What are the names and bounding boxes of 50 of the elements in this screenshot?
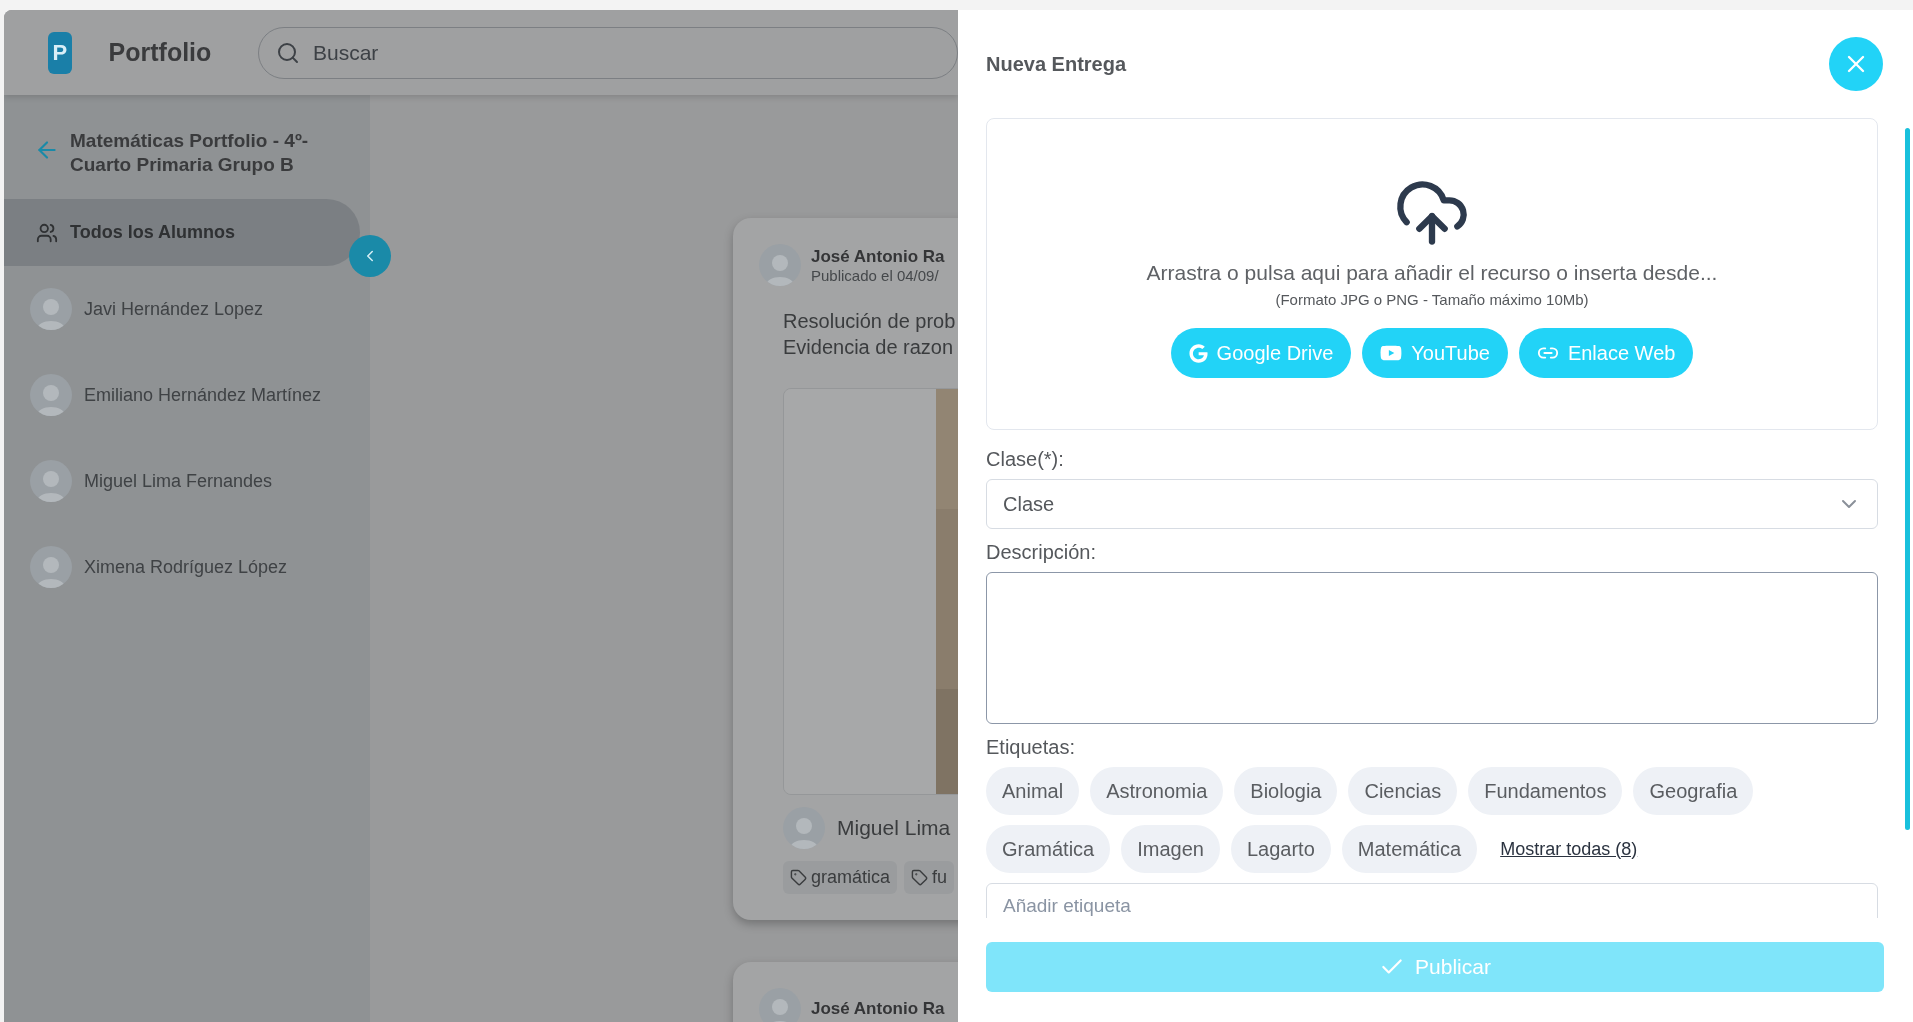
close-button[interactable]	[1829, 37, 1883, 91]
class-select[interactable]: Clase	[986, 479, 1878, 529]
post-date: Publicado el 04/09/	[811, 266, 940, 284]
post-tag: fu	[904, 861, 955, 894]
tag-chip[interactable]: Astronomia	[1090, 767, 1224, 815]
tag-chip[interactable]: Fundamentos	[1468, 767, 1623, 815]
person-icon	[37, 382, 65, 416]
post-text: Resolución de prob Evidencia de razon	[783, 309, 957, 360]
tag-chip[interactable]: Geografia	[1633, 767, 1754, 815]
person-icon	[37, 296, 65, 330]
tag-chip[interactable]: Imagen	[1121, 825, 1220, 873]
google-icon	[1188, 343, 1208, 363]
drawer-title: Nueva Entrega	[986, 52, 1127, 76]
person-icon	[37, 554, 65, 588]
search-field[interactable]: Buscar	[258, 26, 958, 79]
tag-chip[interactable]: Animal	[986, 767, 1080, 815]
sidebar-item[interactable]: Miguel Lima Fernandes	[4, 438, 360, 524]
tag-icon	[911, 869, 929, 886]
field-label: Etiquetas:	[986, 736, 1076, 759]
post-author: José Antonio Ra	[811, 246, 945, 267]
post-tag: gramática	[783, 861, 898, 894]
sidebar-item[interactable]: Javi Hernández Lopez	[4, 266, 360, 352]
field-label: Descripción:	[986, 541, 1098, 564]
tag-icon	[790, 869, 807, 886]
class-title: Matemáticas Portfolio - 4º- Cuarto Primaria Grupo B	[70, 129, 310, 177]
sidebar-item[interactable]: Ximena Rodríguez López	[4, 524, 360, 610]
scrollbar[interactable]	[1905, 128, 1910, 830]
student-name: Miguel Lima	[837, 816, 951, 840]
collapse-button[interactable]	[349, 235, 391, 277]
add-tag-field[interactable]: Añadir etiqueta	[986, 883, 1878, 918]
tag-chip[interactable]: Ciencias	[1348, 767, 1458, 815]
person-icon	[790, 815, 818, 849]
upload-hint: Arrastra o pulsa aqui para añadir el recurso o inserta desde...	[1146, 261, 1718, 285]
sidebar-item[interactable]: Emiliano Hernández Martínez	[4, 352, 360, 438]
field-label: Clase(*):	[986, 448, 1065, 471]
tag-chip[interactable]: Lagarto	[1230, 825, 1331, 873]
tag-chip[interactable]: Gramática	[986, 825, 1111, 873]
app-title: Portfolio	[108, 38, 213, 67]
upload-formats: (Formato JPG o PNG - Tamaño máximo 10Mb)	[1275, 291, 1589, 308]
tag-chip[interactable]: Biologia	[1234, 767, 1338, 815]
users-icon	[36, 221, 58, 244]
search-icon	[276, 40, 300, 65]
show-all-link[interactable]: Mostrar todas (8)	[1500, 838, 1638, 860]
tag-chip[interactable]: Matemática	[1341, 825, 1478, 873]
post-author: José Antonio Ra	[811, 999, 945, 1019]
description-field[interactable]	[986, 572, 1878, 724]
person-icon	[37, 468, 65, 502]
logo-letter: P	[52, 39, 68, 66]
sidebar-item[interactable]: Todos los Alumnos	[4, 199, 360, 266]
person-icon	[766, 252, 794, 286]
